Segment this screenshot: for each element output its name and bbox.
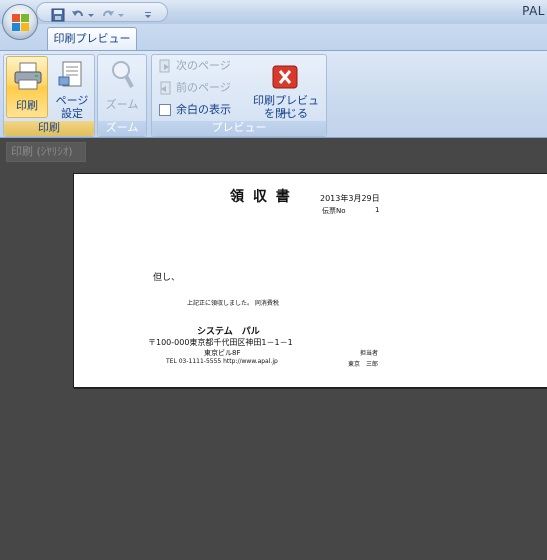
close-preview-button[interactable]: 印刷プレビュー を閉じる (248, 56, 324, 120)
print-button-label: 印刷 (16, 99, 38, 112)
zoom-group-label: ズーム (98, 121, 146, 136)
receipt-date: 2013年3月29日 (320, 194, 380, 203)
printer-icon (14, 62, 42, 90)
ribbon: 印刷 ページ 設定 印刷 ズーム ズーム 次のページ 前のページ 余白の表示 印… (0, 50, 547, 138)
show-margins-label: 余白の表示 (176, 103, 231, 116)
address-line1: 〒100-000東京都千代田区神田1－1－1 (148, 338, 293, 347)
receipt-title: 領 収 書 (230, 189, 292, 205)
page-setup-icon (58, 61, 82, 87)
company-name: システム パル (197, 327, 260, 337)
undo-dropdown-icon[interactable] (87, 8, 95, 22)
slip-number: 1 (375, 206, 380, 214)
received-text: 上記正に領収しました。 同消費税 (187, 300, 279, 307)
redo-dropdown-icon[interactable] (117, 8, 125, 22)
zoom-group: ズーム ズーム (97, 54, 147, 137)
next-page-label: 次のページ (176, 59, 231, 72)
next-page-icon (159, 59, 170, 73)
staff-label: 担当者 (360, 350, 379, 357)
slip-number-label: 伝票No (322, 207, 346, 215)
preview-group-label: プレビュー (152, 121, 326, 136)
preview-group: 次のページ 前のページ 余白の表示 印刷プレビュー を閉じる プレビュー (151, 54, 327, 137)
app-title: PAL (522, 4, 545, 18)
zoom-button[interactable]: ズーム (100, 56, 144, 118)
close-icon (272, 65, 298, 89)
customize-qat-icon[interactable] (143, 8, 153, 22)
redo-icon[interactable] (101, 8, 115, 22)
office-button[interactable] (2, 4, 38, 40)
staff-name: 東京 三郎 (348, 361, 379, 368)
title-bar: PAL (0, 0, 547, 24)
contact-line: TEL 03-1111-5555 http://www.apal.jp (166, 358, 278, 365)
document-tab[interactable]: 印刷 (ｼﾔﾘｼｵ) (6, 142, 86, 162)
page-setup-label-line2: 設定 (61, 107, 83, 120)
memo-label: 但し、 (153, 273, 181, 283)
print-group: 印刷 ページ 設定 印刷 (3, 54, 95, 137)
save-icon[interactable] (51, 8, 65, 22)
previous-page-icon (160, 81, 171, 95)
print-group-label: 印刷 (4, 121, 94, 136)
address-line2: 東京ビル8F (204, 349, 241, 357)
show-margins-checkbox[interactable]: 余白の表示 (157, 100, 247, 120)
tab-print-preview[interactable]: 印刷プレビュー (47, 27, 137, 50)
magnifier-icon (112, 61, 134, 88)
previous-page-button[interactable]: 前のページ (157, 78, 247, 98)
office-logo-icon (12, 14, 29, 31)
receipt-page: 領 収 書 2013年3月29日 伝票No 1 但し、 上記正に領収しました。 … (73, 173, 547, 388)
checkbox-box[interactable] (159, 104, 171, 116)
close-preview-label-line2: を閉じる (264, 107, 308, 120)
page-setup-button[interactable]: ページ 設定 (52, 56, 92, 120)
quick-access-toolbar (36, 2, 168, 22)
next-page-button[interactable]: 次のページ (157, 56, 247, 76)
print-button[interactable]: 印刷 (6, 56, 48, 118)
ribbon-tab-row: 印刷プレビュー (0, 24, 547, 50)
previous-page-label: 前のページ (176, 81, 231, 94)
page-setup-label-line1: ページ (55, 94, 89, 107)
undo-icon[interactable] (71, 8, 85, 22)
zoom-button-label: ズーム (105, 98, 139, 111)
